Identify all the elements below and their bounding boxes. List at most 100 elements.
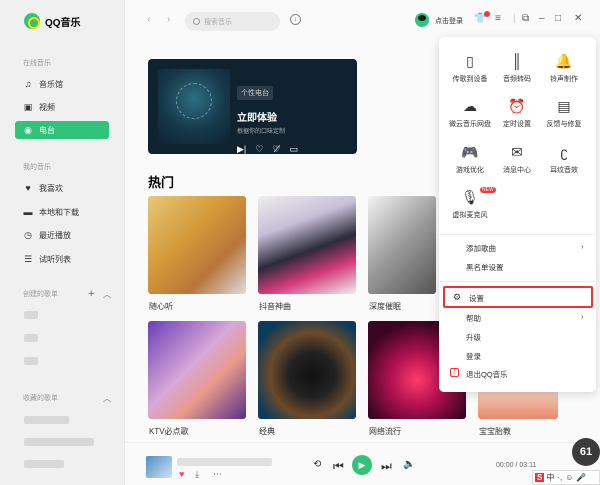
dislike-icon[interactable]: ♡̸ xyxy=(272,144,280,154)
close-icon[interactable]: ✕ xyxy=(574,13,582,24)
play-next-icon[interactable]: ▶| xyxy=(237,144,246,154)
sidebar-item-local-downloads[interactable]: ▬ 本地和下载 xyxy=(15,203,109,221)
app-logo[interactable]: QQ音乐 xyxy=(24,13,81,29)
volume-icon[interactable]: 🔈 xyxy=(403,459,415,470)
playlist-item[interactable] xyxy=(24,334,38,342)
search-input[interactable]: 搜索音乐 xyxy=(185,12,280,31)
sidebar-item-preview-list[interactable]: ☰ 试听列表 xyxy=(15,250,109,268)
menu-item-exit[interactable]: 退出QQ音乐 xyxy=(466,369,508,380)
divider: | xyxy=(513,13,516,24)
download-song-icon[interactable]: ⤓ xyxy=(195,469,199,480)
mini-mode-icon[interactable]: ⧉ xyxy=(522,13,529,24)
feedback-icon: ▤ xyxy=(557,98,571,114)
more-icon[interactable]: ⋯ xyxy=(213,469,222,480)
collapse-created-icon[interactable]: ︿ xyxy=(103,289,111,300)
menu-grid-game[interactable]: 🎮 游戏优化 xyxy=(445,142,495,182)
playlist-item[interactable] xyxy=(24,460,64,468)
menu-grid-ear-sound[interactable]: ʗ 耳纹音效 xyxy=(539,142,589,182)
sidebar-item-favorites[interactable]: ♥ 我喜欢 xyxy=(15,179,109,197)
login-link[interactable]: 点击登录 xyxy=(435,16,463,26)
collapse-collected-icon[interactable]: ︿ xyxy=(103,393,111,404)
menu-grid-cloud[interactable]: ☁ 微云音乐网盘 xyxy=(445,96,495,136)
minimize-icon[interactable]: – xyxy=(539,13,545,24)
menu-grid-ringtone[interactable]: 🔔 铃声制作 xyxy=(539,51,589,91)
radio-tag: 个性电台 xyxy=(237,86,273,100)
menu-grid-transcode[interactable]: ║ 音频转码 xyxy=(492,51,542,91)
emoji-icon[interactable]: ☺ xyxy=(565,473,573,482)
playlist-tile-douyin[interactable] xyxy=(258,196,356,294)
music-note-icon: ♫ xyxy=(24,79,32,89)
playback-time: 00:00 / 03:11 xyxy=(496,462,537,469)
punctuation-icon[interactable]: ·, xyxy=(557,473,562,482)
audio-wave-icon: ║ xyxy=(512,53,522,69)
tile-label[interactable]: KTV必点歌 xyxy=(149,426,189,437)
menu-grid-virtual-mic[interactable]: 🎙 虚拟麦克风 NEW xyxy=(445,187,496,227)
loop-mode-icon[interactable]: ⟲ xyxy=(313,459,321,470)
add-playlist-icon[interactable]: + xyxy=(88,288,94,300)
avatar[interactable] xyxy=(415,13,429,27)
tile-label[interactable]: 深度催眠 xyxy=(369,301,401,312)
sogou-logo-icon[interactable]: S xyxy=(535,473,545,482)
chevron-right-icon: › xyxy=(581,312,584,321)
tile-label[interactable]: 抖音神曲 xyxy=(259,301,291,312)
menu-grid-transfer[interactable]: ▯ 传歌到设备 xyxy=(445,51,495,91)
online-music-section-title: 在线音乐 xyxy=(23,60,51,67)
playlist-tile-random[interactable] xyxy=(148,196,246,294)
ime-toolbar: S 中 ·, ☺ 🎤 xyxy=(532,470,600,485)
like-icon[interactable]: ♡ xyxy=(255,144,263,154)
menu-item-upgrade[interactable]: 升级 xyxy=(466,332,481,343)
menu-grid-timer[interactable]: ⏰ 定时设置 xyxy=(492,96,542,136)
tile-label[interactable]: 宝宝胎教 xyxy=(479,426,511,437)
personal-radio-card[interactable]: 个性电台 立即体验 根据你的口味定制 ▶| ♡ ♡̸ ▭ xyxy=(148,59,357,154)
sidebar-item-recent[interactable]: ◷ 最近播放 xyxy=(15,226,109,244)
sidebar-item-label: 本地和下载 xyxy=(39,207,79,217)
tile-label[interactable]: 网络流行 xyxy=(369,426,401,437)
playlist-tile-classic[interactable] xyxy=(258,321,356,419)
next-icon[interactable]: ⏭ xyxy=(381,459,392,474)
tile-label[interactable]: 经典 xyxy=(259,426,275,437)
now-playing-cover[interactable] xyxy=(146,456,172,478)
playlist-item[interactable] xyxy=(24,357,38,365)
search-icon xyxy=(193,18,200,25)
maximize-icon[interactable]: □ xyxy=(555,13,561,24)
comment-icon[interactable]: ▭ xyxy=(289,144,298,154)
monitor-icon: ▬ xyxy=(23,207,33,217)
menu-grid-messages[interactable]: ✉ 消息中心 xyxy=(492,142,542,182)
playlist-tile-hypnosis[interactable] xyxy=(368,196,436,294)
tile-label[interactable]: 随心听 xyxy=(149,301,173,312)
back-icon[interactable]: ‹ xyxy=(147,14,150,25)
new-badge: NEW xyxy=(480,187,496,193)
menu-grid-feedback[interactable]: ▤ 反馈与修复 xyxy=(539,96,589,136)
floating-badge[interactable]: 61 xyxy=(572,438,600,466)
playlist-tile-ktv[interactable] xyxy=(148,321,246,419)
menu-item-add-songs[interactable]: 添加歌曲 xyxy=(466,243,496,254)
menu-item-blacklist[interactable]: 黑名单设置 xyxy=(466,262,504,273)
menu-item-help[interactable]: 帮助 xyxy=(466,313,481,324)
playlist-item[interactable] xyxy=(24,416,69,424)
forward-icon[interactable]: › xyxy=(167,14,170,25)
video-icon: ▣ xyxy=(23,101,33,112)
sidebar-item-label: 我喜欢 xyxy=(39,183,63,193)
menu-icon[interactable]: ≡ xyxy=(495,13,501,24)
play-button[interactable]: ▶ xyxy=(352,455,372,475)
radio-icon: ◉ xyxy=(24,124,32,135)
menu-divider xyxy=(439,234,596,235)
sidebar-item-radio[interactable]: ◉ 电台 xyxy=(15,121,109,139)
grid-label: 铃声制作 xyxy=(550,76,578,83)
phone-icon: ▯ xyxy=(466,53,474,69)
previous-icon[interactable]: ⏮ xyxy=(333,459,344,474)
gear-icon: ⚙ xyxy=(453,292,462,302)
menu-item-settings[interactable]: ⚙ 设置 xyxy=(443,286,593,308)
ime-language[interactable]: 中 xyxy=(546,472,554,483)
menu-item-login[interactable]: 登录 xyxy=(466,351,481,362)
sidebar-item-video[interactable]: ▣ 视频 xyxy=(15,98,109,116)
playlist-item[interactable] xyxy=(24,438,94,446)
player-bar: ♥ ⤓ ⋯ ⟲ ⏮ ▶ ⏭ 🔈 00:00 / 03:11 xyxy=(125,442,600,485)
playlist-item[interactable] xyxy=(24,311,38,319)
sidebar-item-music-hall[interactable]: ♫ 音乐馆 xyxy=(15,75,109,93)
like-song-icon[interactable]: ♥ xyxy=(179,469,184,479)
ear-icon: ʗ xyxy=(560,144,568,160)
sidebar-item-label: 电台 xyxy=(39,125,55,135)
download-icon[interactable]: ↓ xyxy=(290,14,301,25)
microphone-icon[interactable]: 🎤 xyxy=(576,473,586,482)
